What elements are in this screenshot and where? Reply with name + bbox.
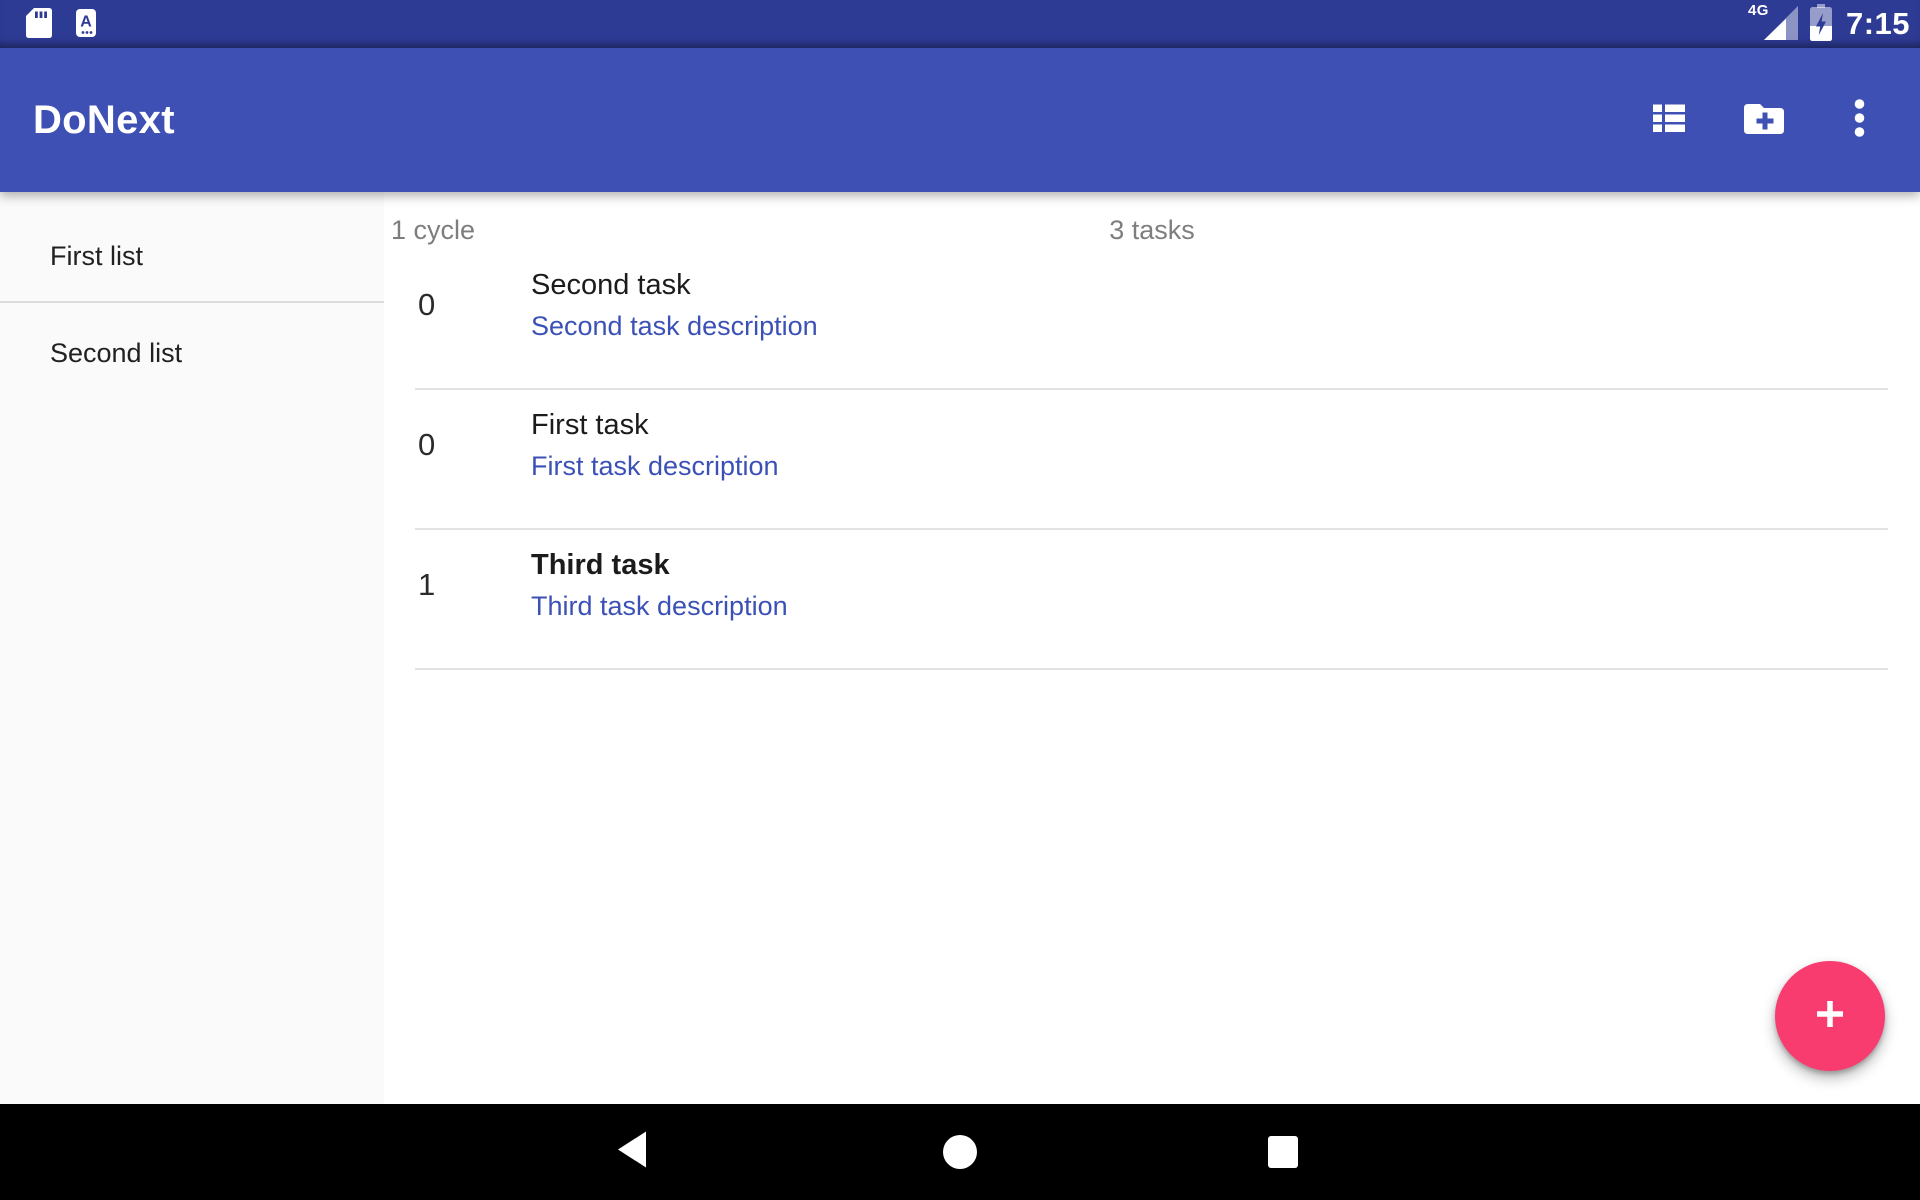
cycle-count-label: 1 cycle — [384, 215, 475, 250]
status-bar: A 4G 7:15 — [0, 0, 1920, 48]
signal-strength-icon: 4G — [1754, 4, 1798, 42]
main-area: First list Second list 1 cycle 3 tasks 0… — [0, 192, 1920, 1104]
task-description: Third task description — [531, 586, 788, 626]
plus-icon — [1814, 998, 1846, 1035]
svg-text:A: A — [80, 13, 92, 30]
home-icon[interactable] — [943, 1135, 977, 1169]
app-title: DoNext — [33, 98, 175, 143]
task-cycle-count: 0 — [418, 264, 531, 346]
app-bar-actions — [1650, 100, 1878, 140]
add-task-fab[interactable] — [1775, 961, 1885, 1071]
task-description: Second task description — [531, 306, 818, 346]
sd-card-icon — [26, 8, 52, 43]
task-row[interactable]: 1 Third task Third task description — [384, 530, 1920, 670]
sidebar-item-label: Second list — [50, 338, 182, 369]
task-title: Third task — [531, 545, 788, 586]
sidebar-item-label: First list — [50, 241, 143, 272]
task-row[interactable]: 0 First task First task description — [384, 390, 1920, 530]
file-a-icon: A — [76, 9, 96, 42]
task-description: First task description — [531, 446, 779, 486]
status-bar-left-icons: A — [26, 6, 96, 43]
create-folder-icon — [1744, 102, 1784, 139]
battery-charging-icon — [1810, 2, 1832, 42]
clock: 7:15 — [1844, 6, 1910, 42]
android-navigation-bar — [0, 1104, 1920, 1200]
back-icon[interactable] — [618, 1132, 646, 1173]
task-list-panel: 1 cycle 3 tasks 0 Second task Second tas… — [384, 192, 1920, 1104]
view-list-icon — [1651, 101, 1687, 140]
create-folder-button[interactable] — [1745, 100, 1783, 140]
task-title: Second task — [531, 265, 818, 306]
sidebar: First list Second list — [0, 192, 384, 1104]
overflow-menu-icon — [1854, 98, 1865, 143]
view-list-button[interactable] — [1650, 100, 1688, 140]
overflow-menu-button[interactable] — [1840, 100, 1878, 140]
task-count-label: 3 tasks — [1109, 215, 1195, 246]
sidebar-item-first-list[interactable]: First list — [0, 192, 384, 303]
task-row[interactable]: 0 Second task Second task description — [384, 250, 1920, 390]
status-bar-right: 4G 7:15 — [1754, 2, 1910, 46]
sidebar-item-second-list[interactable]: Second list — [0, 303, 384, 403]
app-bar: DoNext — [0, 48, 1920, 192]
list-summary-header: 1 cycle 3 tasks — [384, 192, 1920, 250]
task-title: First task — [531, 405, 779, 446]
task-cycle-count: 1 — [418, 544, 531, 626]
task-cycle-count: 0 — [418, 404, 531, 486]
recents-icon[interactable] — [1268, 1136, 1298, 1168]
